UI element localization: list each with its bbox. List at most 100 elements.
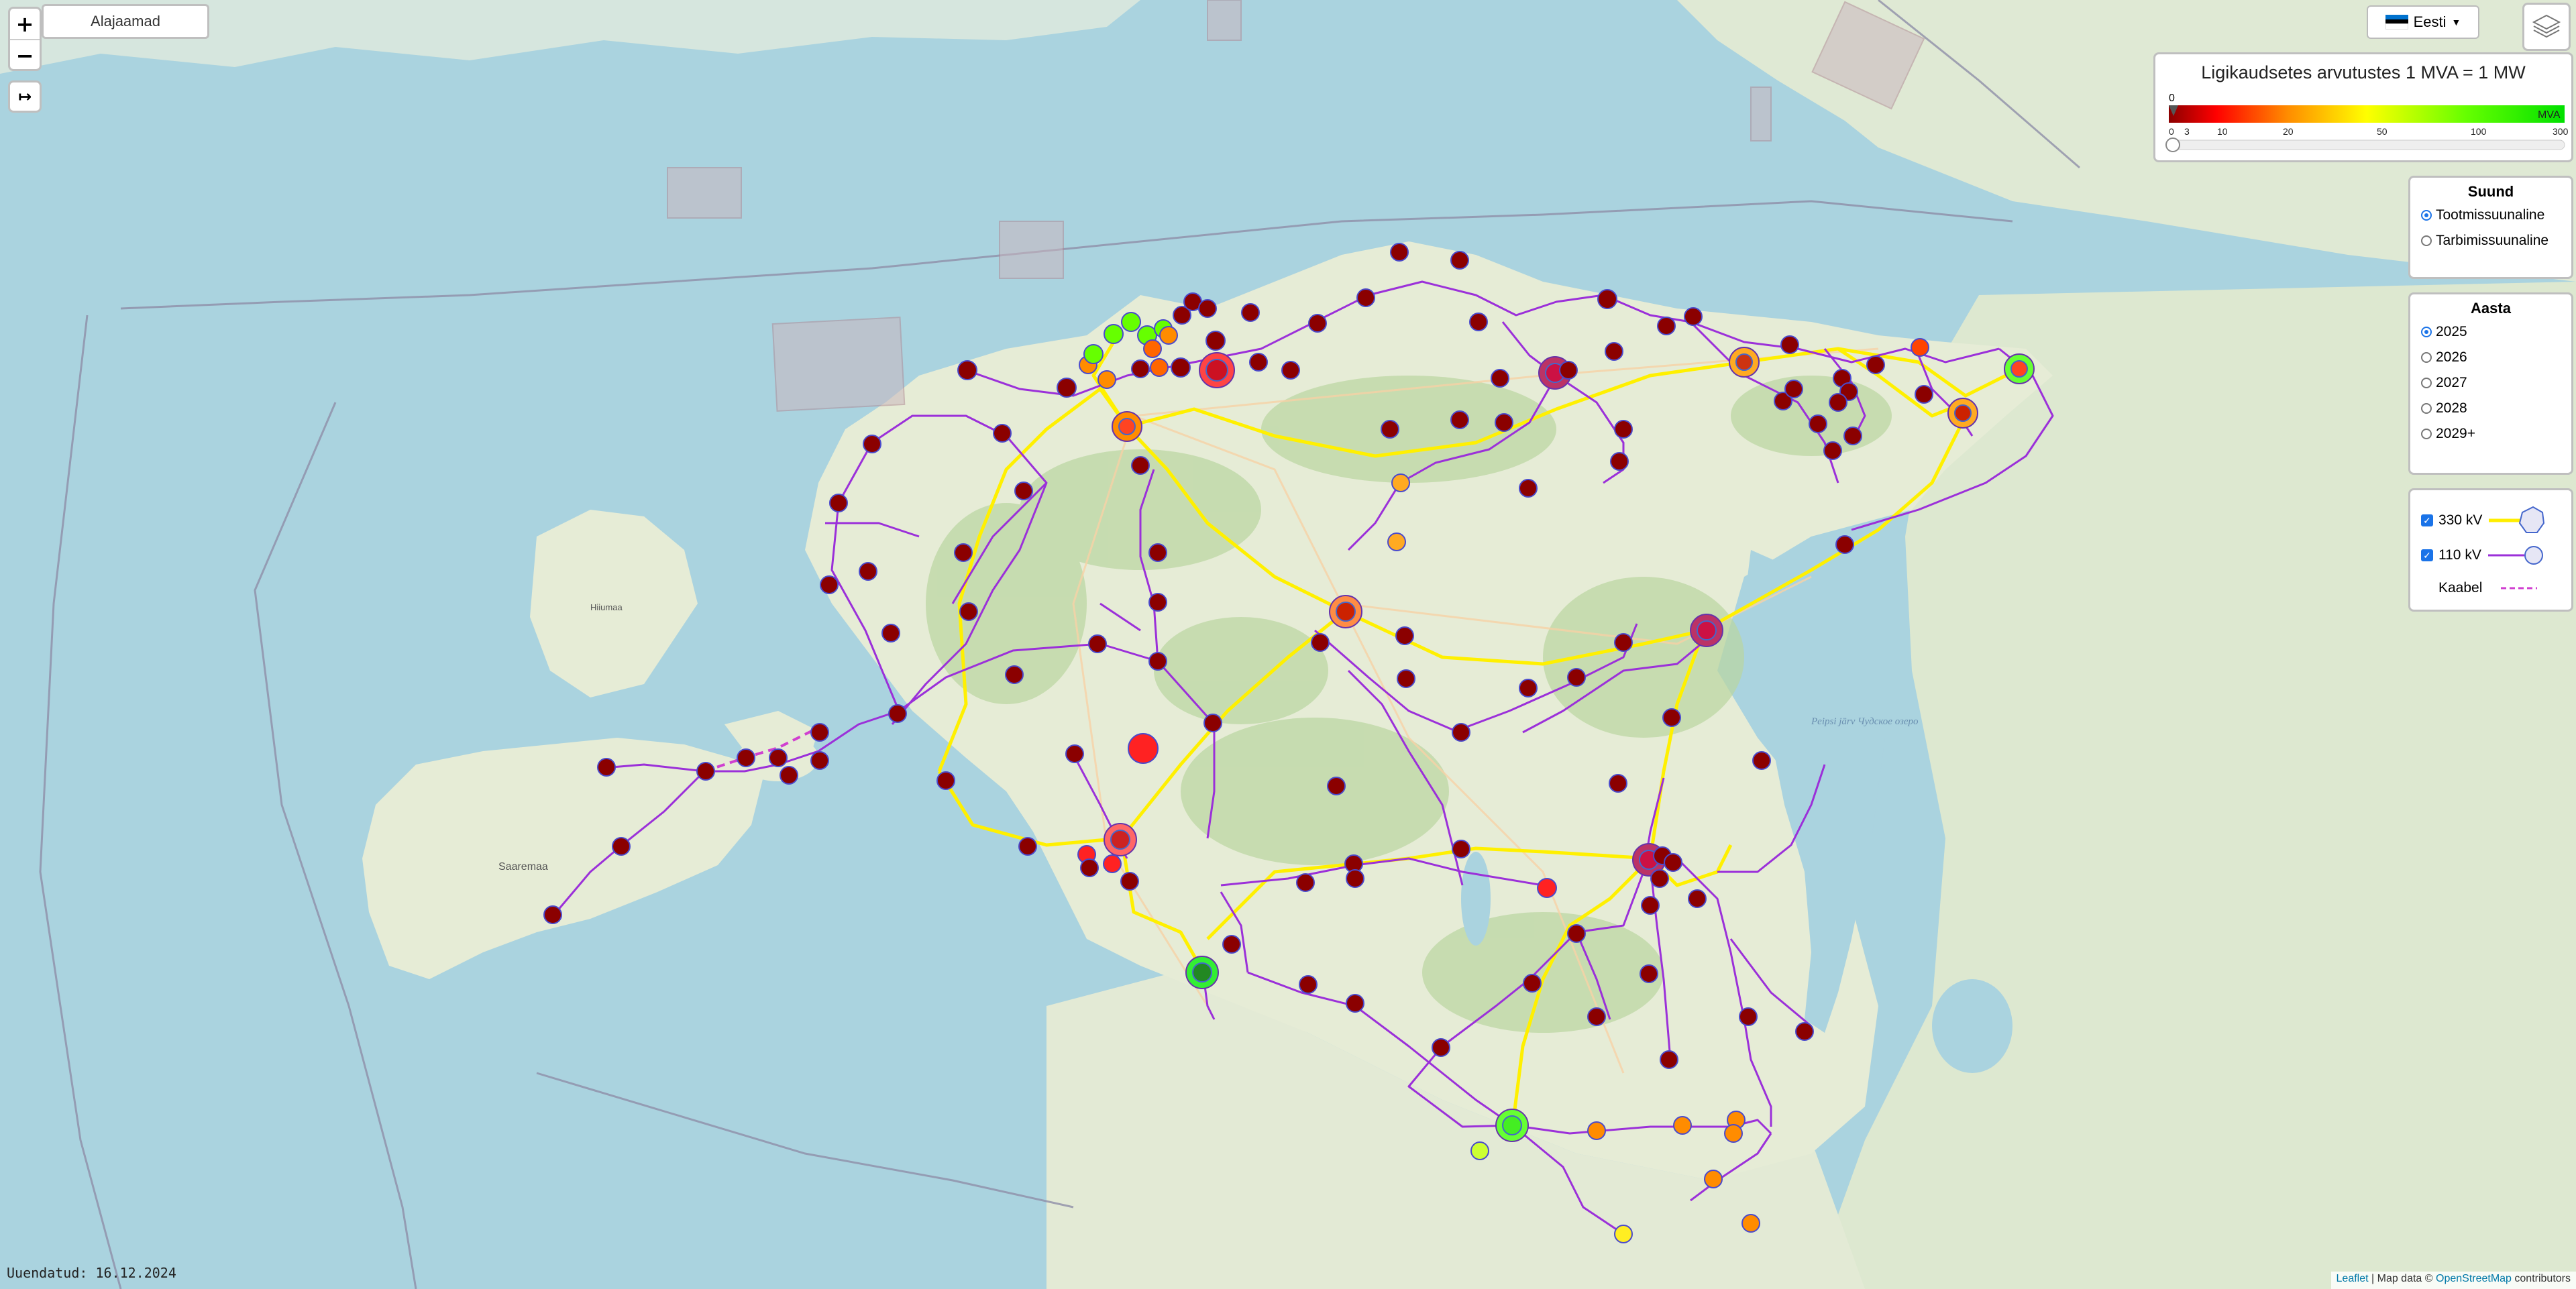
substation-marker[interactable] <box>1662 708 1681 727</box>
substation-marker[interactable] <box>1587 1007 1606 1026</box>
substation-marker[interactable] <box>993 424 1012 443</box>
substation-marker[interactable] <box>1005 665 1024 684</box>
substation-marker[interactable] <box>1296 873 1315 892</box>
substation-marker[interactable] <box>1684 307 1703 326</box>
substation-marker[interactable] <box>1835 535 1854 554</box>
substation-marker[interactable] <box>1614 1225 1633 1243</box>
substation-marker[interactable] <box>696 762 715 781</box>
substation-marker[interactable] <box>1784 380 1803 398</box>
substation-marker[interactable] <box>769 748 788 767</box>
substation-marker[interactable] <box>1452 840 1470 858</box>
substation-marker[interactable] <box>1390 243 1409 262</box>
substation-marker[interactable] <box>1915 385 1933 404</box>
substation-marker[interactable] <box>829 494 848 512</box>
substation-marker[interactable] <box>1609 774 1627 793</box>
substation-marker[interactable] <box>543 905 562 924</box>
substation-marker[interactable] <box>1559 361 1578 380</box>
substation-marker[interactable] <box>1327 777 1346 795</box>
substation-marker[interactable] <box>1397 669 1415 688</box>
osm-link[interactable]: OpenStreetMap <box>2436 1273 2512 1284</box>
substation-marker[interactable] <box>1110 830 1130 850</box>
substation-marker[interactable] <box>1131 456 1150 475</box>
substation-marker[interactable] <box>1641 896 1660 915</box>
year-option-2029plus[interactable]: 2029+ <box>2421 426 2571 442</box>
zoom-out-button[interactable]: − <box>10 40 40 70</box>
radio-button[interactable] <box>2421 352 2432 363</box>
substation-marker[interactable] <box>1118 418 1136 435</box>
substation-marker[interactable] <box>1450 410 1469 429</box>
substation-marker[interactable] <box>1014 482 1033 500</box>
year-option-2028[interactable]: 2028 <box>2421 400 2571 416</box>
substation-marker[interactable] <box>1567 924 1586 943</box>
substation-marker[interactable] <box>863 435 881 453</box>
substation-marker[interactable] <box>737 748 755 767</box>
substation-marker[interactable] <box>936 771 955 790</box>
substation-marker[interactable] <box>1241 303 1260 322</box>
substation-marker[interactable] <box>881 624 900 642</box>
year-option-2027[interactable]: 2027 <box>2421 375 2571 391</box>
substation-marker[interactable] <box>1387 533 1406 551</box>
substation-marker[interactable] <box>1192 962 1212 983</box>
substation-marker[interactable] <box>820 575 839 594</box>
substation-marker[interactable] <box>1523 974 1542 993</box>
substation-marker[interactable] <box>1911 338 1929 357</box>
substation-marker[interactable] <box>1148 593 1167 612</box>
substation-marker[interactable] <box>810 751 829 770</box>
substation-marker[interactable] <box>1469 313 1488 331</box>
substation-marker[interactable] <box>1495 413 1513 432</box>
radio-button[interactable] <box>2421 378 2432 388</box>
substation-marker[interactable] <box>1150 358 1169 377</box>
substation-marker[interactable] <box>1299 975 1318 994</box>
substation-marker[interactable] <box>1131 359 1150 378</box>
substation-marker[interactable] <box>1697 620 1717 640</box>
substation-marker[interactable] <box>1704 1170 1723 1188</box>
substation-marker[interactable] <box>1519 479 1538 498</box>
substation-marker[interactable] <box>1954 404 1972 422</box>
radio-button[interactable] <box>2421 403 2432 414</box>
substation-marker[interactable] <box>1311 633 1330 652</box>
direction-option-consumption[interactable]: Tarbimissuunaline <box>2421 233 2571 249</box>
substation-marker[interactable] <box>1391 473 1410 492</box>
substation-marker[interactable] <box>1829 393 1847 412</box>
layers-button[interactable] <box>2522 3 2571 51</box>
substation-marker[interactable] <box>1120 872 1139 891</box>
substation-marker[interactable] <box>1724 1124 1743 1143</box>
substation-marker[interactable] <box>1057 378 1077 398</box>
zoom-in-button[interactable]: + <box>10 9 40 40</box>
substations-button[interactable]: Alajaamad <box>42 4 209 39</box>
substation-marker[interactable] <box>1356 288 1375 307</box>
substation-marker[interactable] <box>1688 889 1707 908</box>
substation-marker[interactable] <box>1452 723 1470 742</box>
map-canvas[interactable]: Saaremaa Hiiumaa Peipsi järv Чудское озе… <box>0 0 2576 1289</box>
substation-marker[interactable] <box>1735 353 1753 371</box>
substation-marker[interactable] <box>1281 361 1300 380</box>
substation-marker[interactable] <box>1083 344 1104 364</box>
substation-marker[interactable] <box>1381 420 1399 439</box>
substation-marker[interactable] <box>1502 1115 1522 1135</box>
substation-marker[interactable] <box>959 602 978 621</box>
substation-marker[interactable] <box>1843 427 1862 445</box>
substation-marker[interactable] <box>1148 543 1167 562</box>
substation-marker[interactable] <box>1143 339 1162 358</box>
radio-button[interactable] <box>2421 210 2432 221</box>
substation-marker[interactable] <box>1795 1022 1814 1041</box>
leaflet-link[interactable]: Leaflet <box>2337 1273 2369 1284</box>
substation-marker[interactable] <box>1537 878 1557 898</box>
substation-marker[interactable] <box>1597 289 1617 309</box>
substation-marker[interactable] <box>1395 626 1414 645</box>
substation-marker[interactable] <box>1610 452 1629 471</box>
checkbox-110kv[interactable]: ✓ <box>2421 549 2433 561</box>
substation-marker[interactable] <box>1491 369 1509 388</box>
year-option-2026[interactable]: 2026 <box>2421 349 2571 366</box>
expand-button[interactable]: ↦ <box>8 80 42 113</box>
substation-marker[interactable] <box>1450 251 1469 270</box>
checkbox-330kv[interactable]: ✓ <box>2421 514 2433 526</box>
substation-marker[interactable] <box>1336 602 1356 622</box>
substation-marker[interactable] <box>1614 420 1633 439</box>
substation-marker[interactable] <box>1103 854 1122 873</box>
radio-button[interactable] <box>2421 235 2432 246</box>
substation-marker[interactable] <box>597 758 616 777</box>
year-option-2025[interactable]: 2025 <box>2421 324 2571 340</box>
substation-marker[interactable] <box>1660 1050 1678 1069</box>
substation-marker[interactable] <box>1205 359 1228 382</box>
